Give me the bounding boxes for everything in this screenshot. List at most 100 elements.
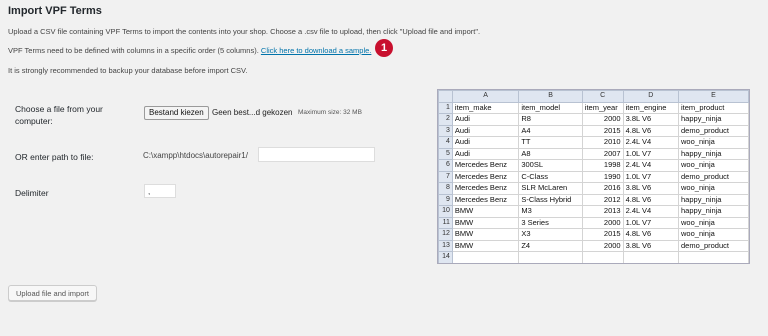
table-cell: 2.4L V4 (622, 205, 680, 218)
table-cell: demo_product (678, 170, 749, 183)
column-header: B (518, 90, 583, 103)
table-cell: 3.8L V6 (622, 182, 680, 195)
row-number: 9 (438, 193, 453, 206)
path-input[interactable] (258, 147, 375, 162)
backup-warning: It is strongly recommended to backup you… (8, 66, 248, 75)
column-order-text: VPF Terms need to be defined with column… (8, 46, 371, 55)
file-status: Geen best...d gekozen (212, 108, 293, 117)
table-cell: woo_ninja (678, 136, 749, 149)
table-cell: 4.8L V6 (622, 193, 680, 206)
row-number: 12 (438, 228, 453, 241)
table-cell: 4.8L V6 (622, 124, 680, 137)
table-cell (622, 251, 680, 263)
download-sample-link[interactable]: Click here to download a sample. (261, 46, 371, 55)
row-number: 4 (438, 136, 453, 149)
table-cell: 1990 (581, 170, 624, 183)
table-cell: C-Class (518, 170, 583, 183)
table-cell (678, 251, 749, 263)
table-cell: 2012 (581, 193, 624, 206)
max-size-text: Maximum size: 32 MB (298, 109, 362, 116)
table-cell: demo_product (678, 124, 749, 137)
table-cell: 2.4L V4 (622, 136, 680, 149)
column-header-row: A B C D E (438, 90, 749, 103)
intro-text: Upload a CSV file containing VPF Terms t… (8, 27, 481, 36)
table-cell: 3.8L V6 (622, 113, 680, 126)
table-row: 6 Mercedes Benz 300SL 1998 2.4L V4 woo_ninja (438, 159, 749, 172)
table-row: 7 Mercedes Benz C-Class 1990 1.0L V7 demo_pro… (438, 170, 749, 183)
table-cell: BMW (451, 205, 520, 218)
delimiter-label: Delimiter (15, 188, 49, 198)
table-cell: 1.0L V7 (622, 170, 680, 183)
table-row: 11 BMW 3 Series 2000 1.0L V7 woo_ninja (438, 216, 749, 229)
table-cell: 1998 (581, 159, 624, 172)
table-cell: Mercedes Benz (451, 159, 520, 172)
table-cell (451, 251, 520, 263)
table-cell: Audi (451, 147, 520, 160)
table-cell: R8 (518, 113, 583, 126)
table-cell: 2015 (581, 228, 624, 241)
row-number: 2 (438, 113, 453, 126)
table-cell: woo_ninja (678, 159, 749, 172)
row-number: 14 (438, 251, 453, 263)
table-cell: 2015 (581, 124, 624, 137)
table-cell: woo_ninja (678, 182, 749, 195)
table-cell: 2000 (581, 239, 624, 252)
table-cell: happy_ninja (678, 147, 749, 160)
table-cell: Mercedes Benz (451, 193, 520, 206)
row-number: 1 (438, 101, 453, 114)
column-header: A (451, 90, 520, 103)
table-cell: 2010 (581, 136, 624, 149)
table-cell: S-Class Hybrid (518, 193, 583, 206)
table-cell: item_engine (622, 101, 680, 114)
column-header: E (678, 90, 749, 103)
table-cell: demo_product (678, 239, 749, 252)
table-cell: BMW (451, 228, 520, 241)
table-cell: Mercedes Benz (451, 182, 520, 195)
table-cell: Audi (451, 136, 520, 149)
table-cell: happy_ninja (678, 205, 749, 218)
table-cell: woo_ninja (678, 216, 749, 229)
page-title: Import VPF Terms (8, 5, 102, 17)
table-cell: item_make (451, 101, 520, 114)
step-badge: 1 (375, 39, 393, 57)
table-row: 5 Audi A8 2007 1.0L V7 happy_ninja (438, 147, 749, 160)
table-row: 14 (438, 251, 749, 263)
choose-file-button[interactable]: Bestand kiezen (144, 106, 209, 120)
table-cell: 3.8L V6 (622, 239, 680, 252)
table-cell: 2013 (581, 205, 624, 218)
row-number: 6 (438, 159, 453, 172)
table-cell: SLR McLaren (518, 182, 583, 195)
table-cell: M3 (518, 205, 583, 218)
table-cell: 1.0L V7 (622, 147, 680, 160)
upload-file-button[interactable]: Upload file and import (8, 285, 97, 301)
table-cell: Audi (451, 124, 520, 137)
table-cell: woo_ninja (678, 228, 749, 241)
row-number: 5 (438, 147, 453, 160)
column-header: D (622, 90, 680, 103)
table-row: 12 BMW X3 2015 4.8L V6 woo_ninja (438, 228, 749, 241)
path-label: OR enter path to file: (15, 152, 94, 162)
table-cell: 2000 (581, 113, 624, 126)
column-header: C (581, 90, 624, 103)
table-row: 10 BMW M3 2013 2.4L V4 happy_ninja (438, 205, 749, 218)
spreadsheet-table: A B C D E 1 item_make item_model item_year i… (438, 90, 749, 263)
table-cell: happy_ninja (678, 113, 749, 126)
table-row: 9 Mercedes Benz S-Class Hybrid 2012 4.8L V6 h… (438, 193, 749, 206)
table-cell: 1.0L V7 (622, 216, 680, 229)
delimiter-input[interactable] (144, 184, 176, 198)
table-cell (518, 251, 583, 263)
table-cell: 2016 (581, 182, 624, 195)
table-row: 2 Audi R8 2000 3.8L V6 happy_ninja (438, 113, 749, 126)
table-cell: item_model (518, 101, 583, 114)
table-cell: Z4 (518, 239, 583, 252)
table-cell: Mercedes Benz (451, 170, 520, 183)
path-prefix: C:\xampp\htdocs\autorepair1/ (143, 151, 248, 160)
table-cell: BMW (451, 239, 520, 252)
csv-sample-spreadsheet: A B C D E 1 item_make item_model item_year i… (437, 89, 750, 264)
row-number: 3 (438, 124, 453, 137)
table-cell: item_year (581, 101, 624, 114)
table-row: 8 Mercedes Benz SLR McLaren 2016 3.8L V6 woo_… (438, 182, 749, 195)
table-cell: BMW (451, 216, 520, 229)
table-row: 3 Audi A4 2015 4.8L V6 demo_product (438, 124, 749, 137)
column-order-label: VPF Terms need to be defined with column… (8, 46, 259, 55)
